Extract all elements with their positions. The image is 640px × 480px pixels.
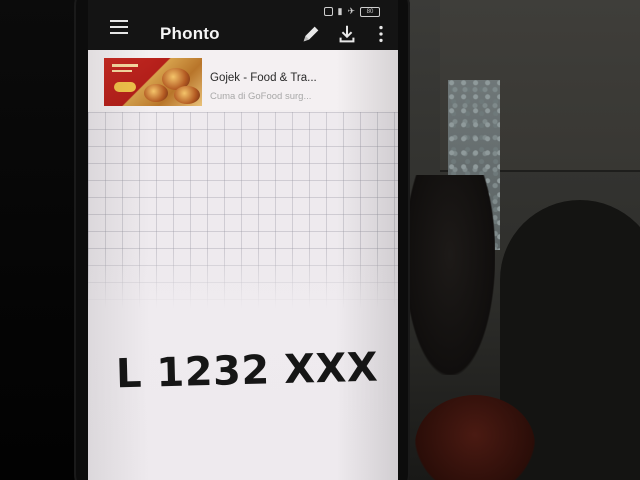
- status-bar: ▮ ✈ 80: [323, 6, 380, 17]
- editor-canvas[interactable]: L 1232 XXX: [88, 112, 398, 480]
- pencil-icon[interactable]: [300, 23, 322, 45]
- airplane-icon: ✈: [347, 6, 355, 16]
- photo-scene: ▮ ✈ 80 Phonto Gojek - Food & Tra... Cuma…: [0, 0, 640, 480]
- signal-icon: ▮: [337, 6, 343, 16]
- app-bar: ▮ ✈ 80 Phonto: [88, 0, 398, 50]
- download-icon[interactable]: [336, 23, 358, 45]
- phone-screen: ▮ ✈ 80 Phonto Gojek - Food & Tra... Cuma…: [88, 0, 398, 480]
- ad-title[interactable]: Gojek - Food & Tra...: [210, 72, 317, 84]
- battery-icon: 80: [360, 6, 380, 17]
- menu-icon[interactable]: [110, 20, 128, 34]
- canvas-text-layer[interactable]: L 1232 XXX: [115, 345, 378, 398]
- background-person-silhouette: [405, 175, 495, 375]
- ad-subtitle: Cuma di GoFood surg...: [210, 91, 312, 102]
- app-title: Phonto: [160, 24, 220, 43]
- notification-icon: [323, 7, 333, 16]
- more-vert-icon[interactable]: [370, 23, 392, 45]
- ad-thumbnail-image[interactable]: [104, 58, 202, 106]
- ad-banner[interactable]: Gojek - Food & Tra... Cuma di GoFood sur…: [88, 50, 398, 110]
